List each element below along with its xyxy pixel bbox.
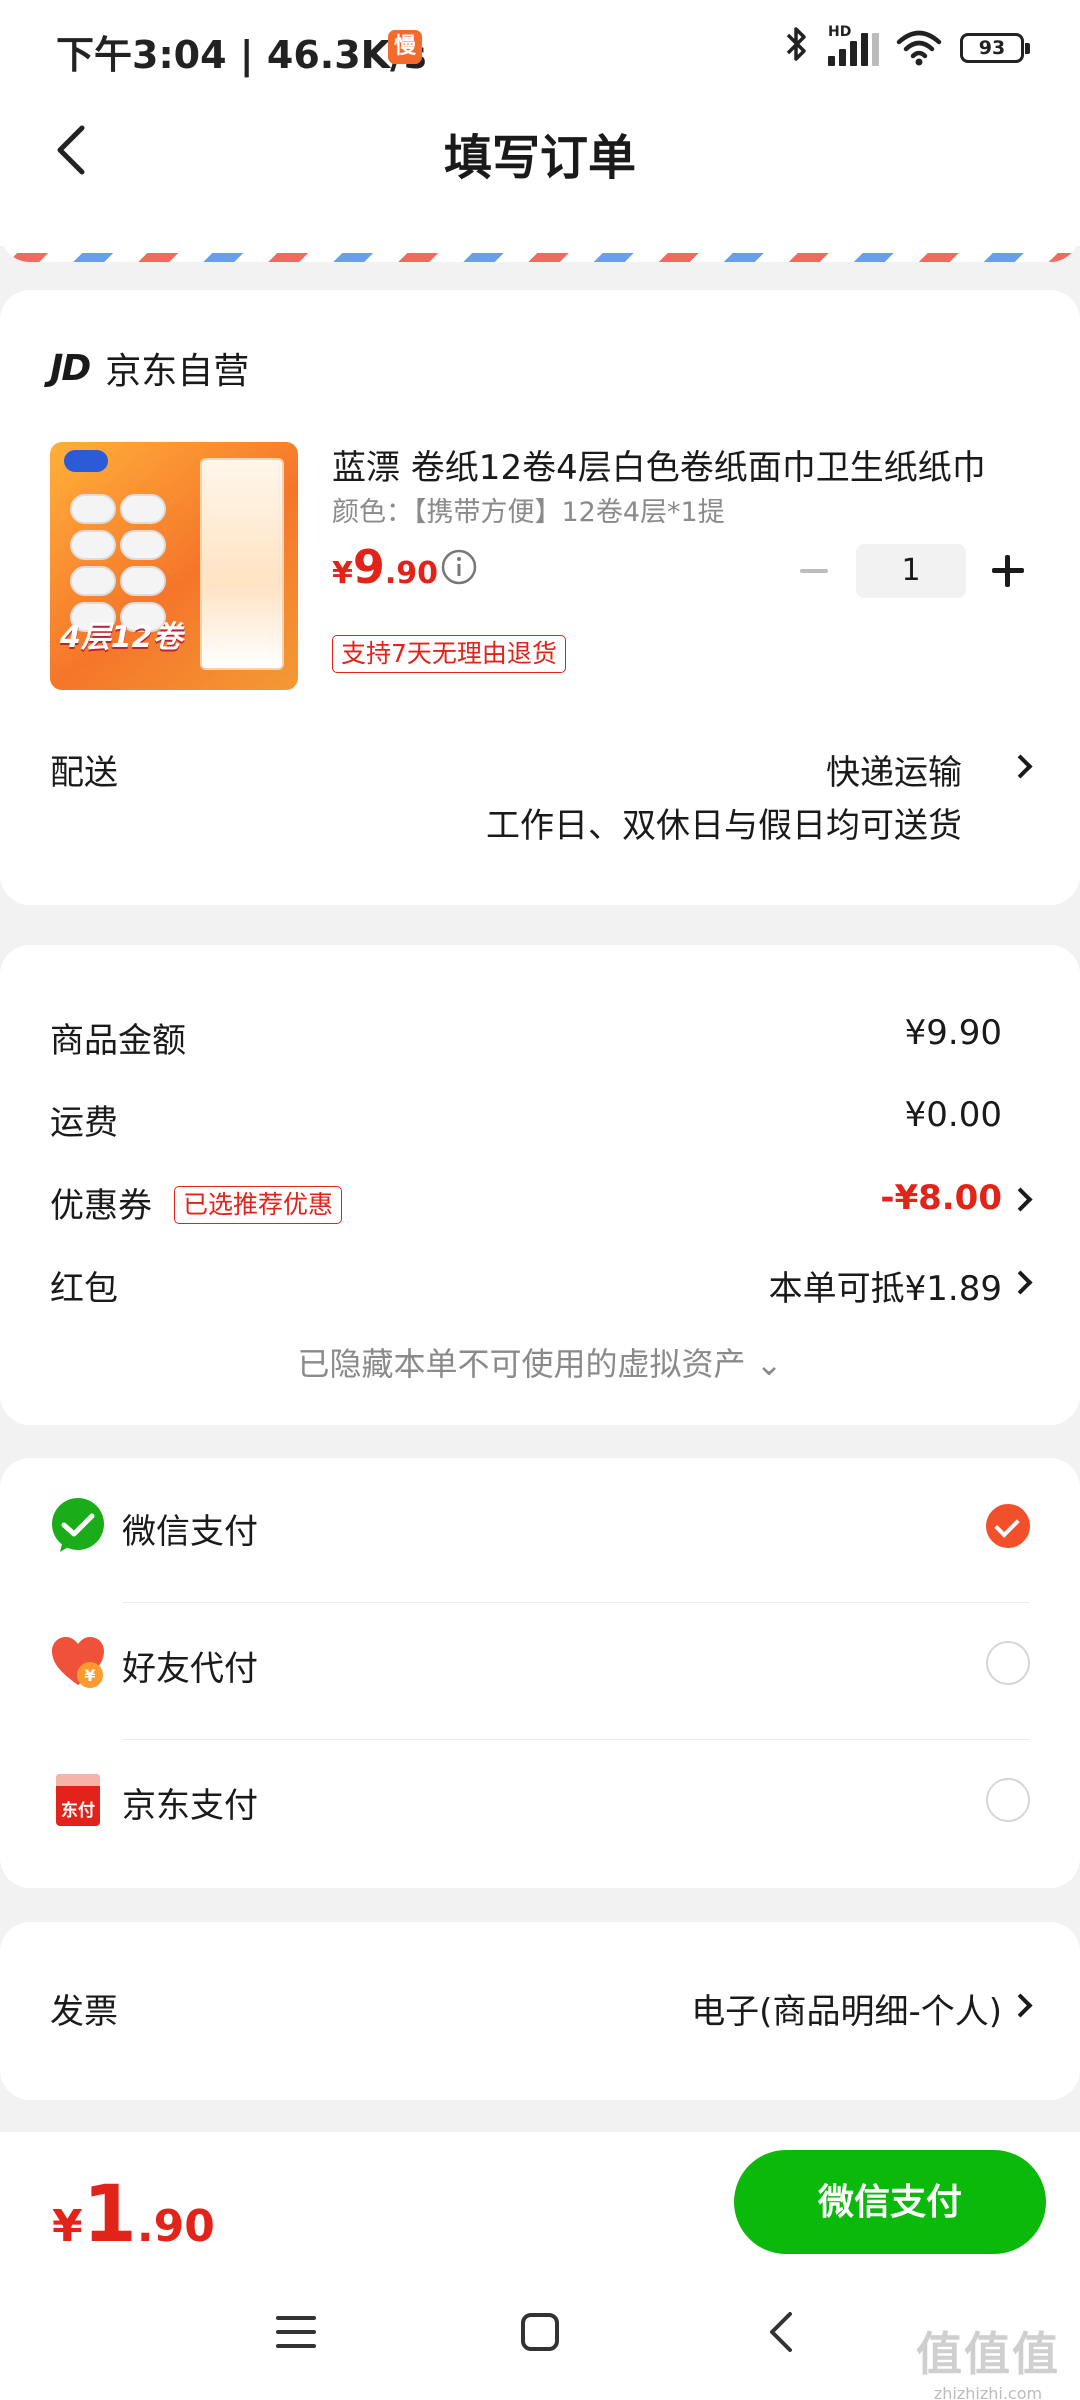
order-total: ¥1.90 bbox=[52, 2170, 215, 2260]
home-icon[interactable] bbox=[510, 2302, 570, 2362]
total-currency: ¥ bbox=[52, 2201, 83, 2252]
payment-method-card: 微信支付 ¥ 好友代付 东付 京东支付 bbox=[0, 1458, 1080, 1888]
radio-unselected-icon[interactable] bbox=[986, 1641, 1030, 1685]
price-decimal: .90 bbox=[384, 556, 439, 591]
watermark-url: zhizhizhi.com bbox=[933, 2384, 1043, 2400]
status-bar: 下午3:04 | 46.3K/s 慢 HD 93 bbox=[0, 0, 1080, 96]
jd-logo-icon: JD bbox=[50, 347, 91, 389]
hd-label: HD bbox=[828, 24, 852, 40]
wechat-pay-icon bbox=[50, 1498, 106, 1554]
pay-button[interactable]: 微信支付 bbox=[734, 2150, 1046, 2254]
delivery-label: 配送 bbox=[50, 753, 118, 793]
redpack-chevron-icon[interactable] bbox=[1010, 1266, 1032, 1296]
delivery-chevron-icon[interactable] bbox=[1010, 750, 1032, 780]
coupon-label: 优惠券 bbox=[50, 1186, 152, 1226]
wifi-icon bbox=[896, 28, 942, 68]
watermark-logo: 值值值 bbox=[916, 2327, 1060, 2381]
pay-option-label: 好友代付 bbox=[122, 1649, 258, 1689]
watermark: 值值值 zhizhizhi.com bbox=[916, 2318, 1060, 2400]
coupon-value[interactable]: -¥8.00 bbox=[880, 1178, 1002, 1218]
product-pack bbox=[200, 458, 284, 670]
product-image[interactable]: 4层12卷 bbox=[50, 442, 298, 690]
clock-text: 下午3:04 bbox=[56, 33, 227, 77]
store-name: 京东自营 bbox=[105, 351, 250, 392]
order-page: 下午3:04 | 46.3K/s 慢 HD 93 填写订单 JD 京东自营 4层… bbox=[0, 0, 1080, 2400]
delivery-method[interactable]: 快递运输 bbox=[826, 745, 962, 794]
radio-unselected-icon[interactable] bbox=[986, 1778, 1030, 1822]
pay-option-wechat[interactable]: 微信支付 bbox=[0, 1458, 1080, 1594]
status-icons: HD 93 bbox=[784, 24, 1030, 72]
brand-logo-icon bbox=[64, 450, 108, 472]
price-info-icon[interactable] bbox=[440, 548, 478, 586]
goods-amount-value: ¥9.90 bbox=[904, 1013, 1002, 1053]
delivery-note: 工作日、双休日与假日均可送货 bbox=[486, 806, 962, 846]
goods-amount-label: 商品金额 bbox=[50, 1021, 186, 1061]
menu-icon[interactable] bbox=[266, 2302, 326, 2362]
pay-option-label: 微信支付 bbox=[122, 1512, 258, 1552]
quantity-input[interactable]: 1 bbox=[856, 544, 966, 598]
invoice-chevron-icon[interactable] bbox=[1010, 1989, 1032, 2019]
shipping-label: 运费 bbox=[50, 1103, 118, 1143]
system-back-icon[interactable] bbox=[754, 2302, 814, 2362]
total-integer: 1 bbox=[82, 2170, 137, 2260]
product-card: JD 京东自营 4层12卷 蓝漂 卷纸12卷4层白色卷纸面巾卫生纸纸巾 颜色：【… bbox=[0, 290, 1080, 905]
store-header: JD 京东自营 bbox=[50, 342, 249, 394]
return-policy-tag: 支持7天无理由退货 bbox=[332, 635, 566, 673]
redpack-value[interactable]: 本单可抵¥1.89 bbox=[769, 1261, 1002, 1310]
total-decimal: .90 bbox=[136, 2201, 215, 2252]
airmail-stripe bbox=[0, 253, 1080, 262]
svg-text:¥: ¥ bbox=[84, 1666, 95, 1685]
quantity-minus-button[interactable] bbox=[792, 549, 836, 593]
radio-selected-icon[interactable] bbox=[986, 1504, 1030, 1548]
jd-pay-icon-text: 东付 bbox=[61, 1800, 95, 1821]
coupon-chevron-icon[interactable] bbox=[1010, 1183, 1032, 1213]
price-integer: 9 bbox=[352, 540, 385, 594]
quantity-plus-button[interactable] bbox=[986, 549, 1030, 593]
status-separator: | bbox=[239, 33, 254, 77]
coupon-recommended-tag: 已选推荐优惠 bbox=[174, 1186, 343, 1224]
quantity-stepper: 1 bbox=[792, 544, 1030, 598]
hidden-assets-toggle[interactable]: 已隐藏本单不可使用的虚拟资产 ⌄ bbox=[0, 1339, 1080, 1385]
page-title: 填写订单 bbox=[443, 130, 636, 186]
address-card-edge[interactable] bbox=[0, 212, 1080, 262]
jd-pay-icon: 东付 bbox=[50, 1772, 106, 1828]
invoice-value[interactable]: 电子(商品明细-个人) bbox=[691, 1984, 1002, 2033]
battery-icon: 93 bbox=[960, 33, 1030, 63]
invoice-card[interactable]: 发票 电子(商品明细-个人) bbox=[0, 1922, 1080, 2100]
pay-option-friend[interactable]: ¥ 好友代付 bbox=[0, 1595, 1080, 1731]
slow-network-badge: 慢 bbox=[388, 30, 422, 64]
bluetooth-icon bbox=[784, 25, 810, 72]
pay-option-label: 京东支付 bbox=[122, 1786, 258, 1826]
invoice-label: 发票 bbox=[50, 1992, 118, 2032]
friend-pay-heart-icon: ¥ bbox=[50, 1635, 106, 1691]
price-currency: ¥ bbox=[332, 556, 353, 591]
signal-icon: HD bbox=[828, 24, 879, 68]
product-price: ¥9.90 bbox=[332, 540, 438, 594]
product-spec[interactable]: 颜色：【携带方便】12卷4层*1提 bbox=[332, 490, 725, 529]
status-time: 下午3:04 | 46.3K/s bbox=[56, 24, 427, 79]
pay-option-jd[interactable]: 东付 京东支付 bbox=[0, 1732, 1080, 1868]
shipping-value: ¥0.00 bbox=[904, 1095, 1002, 1135]
price-summary-card: 商品金额 ¥9.90 运费 ¥0.00 优惠券 已选推荐优惠 -¥8.00 红包… bbox=[0, 945, 1080, 1425]
product-image-label: 4层12卷 bbox=[60, 620, 183, 655]
redpack-label: 红包 bbox=[50, 1269, 118, 1309]
product-title[interactable]: 蓝漂 卷纸12卷4层白色卷纸面巾卫生纸纸巾 bbox=[332, 440, 1032, 489]
